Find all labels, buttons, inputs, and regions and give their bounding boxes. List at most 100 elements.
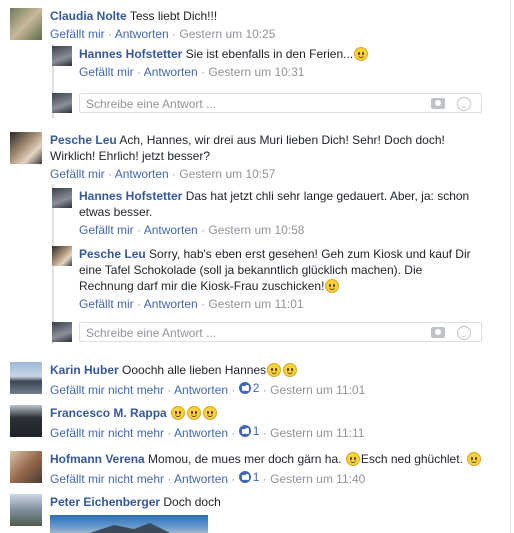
avatar[interactable] <box>52 188 72 208</box>
reply-link[interactable]: Antworten <box>115 27 169 41</box>
separator: · <box>231 426 236 440</box>
comment-text: Doch doch <box>163 495 221 509</box>
avatar[interactable] <box>10 405 42 437</box>
like-count-badge[interactable]: 1 <box>238 423 260 439</box>
comment-text: Tess liebt Dich!!! <box>129 9 218 23</box>
avatar <box>52 93 72 113</box>
separator: · <box>167 426 172 440</box>
like-count: 1 <box>252 424 260 438</box>
separator: · <box>108 167 113 181</box>
separator: · <box>262 383 267 397</box>
comment-timestamp[interactable]: Gestern um 10:57 <box>179 167 275 181</box>
comment-text-continued: Esch ned ghüchlet. <box>360 452 463 466</box>
unlike-link[interactable]: Gefällt mir nicht mehr <box>50 383 164 397</box>
comment-timestamp[interactable]: Gestern um 11:11 <box>270 426 364 440</box>
avatar[interactable] <box>10 362 42 394</box>
comment-author[interactable]: Peter Eichenberger <box>50 495 160 509</box>
camera-icon[interactable] <box>431 98 445 109</box>
avatar[interactable] <box>52 46 72 66</box>
comment-timestamp[interactable]: Gestern um 11:40 <box>270 472 365 486</box>
reply-input[interactable]: Schreibe eine Antwort ... <box>79 322 482 342</box>
laughing-emoji-icon <box>267 363 282 377</box>
avatar[interactable] <box>10 132 42 164</box>
separator: · <box>201 223 206 237</box>
smile-emoji-icon <box>171 406 186 420</box>
comment-author[interactable]: Pesche Leu <box>79 247 146 261</box>
comment-author[interactable]: Hannes Hofstetter <box>79 47 182 61</box>
separator: · <box>262 472 267 486</box>
comment: Francesco M. Rappa Gefällt mir nicht meh… <box>10 405 505 441</box>
separator: · <box>201 65 206 79</box>
reply-link[interactable]: Antworten <box>174 426 228 440</box>
reply-link[interactable]: Antworten <box>174 383 228 397</box>
comment-photo-attachment[interactable] <box>50 515 208 533</box>
comment-timestamp[interactable]: Gestern um 11:01 <box>208 297 303 311</box>
comment-timestamp[interactable]: Gestern um 10:25 <box>179 27 275 41</box>
avatar[interactable] <box>10 451 42 483</box>
reply-composer: Schreibe eine Antwort ... <box>52 322 482 342</box>
unlike-link[interactable]: Gefällt mir nicht mehr <box>50 472 164 486</box>
thumbs-up-icon <box>238 382 251 394</box>
like-count: 1 <box>252 470 260 484</box>
reply-link[interactable]: Antworten <box>144 65 198 79</box>
comment-text: Ooochh alle lieben Hannes <box>122 363 267 377</box>
comment: Karin Huber Ooochh alle lieben Hannes Ge… <box>10 362 505 398</box>
thumbs-up-icon <box>238 471 251 483</box>
emoji-icon[interactable] <box>457 326 471 340</box>
comment-author[interactable]: Pesche Leu <box>50 133 117 147</box>
comment-timestamp[interactable]: Gestern um 10:58 <box>208 223 304 237</box>
reply-link[interactable]: Antworten <box>144 297 198 311</box>
camera-icon[interactable] <box>431 327 445 338</box>
separator: · <box>167 383 172 397</box>
like-count-badge[interactable]: 1 <box>238 469 260 485</box>
smile-emoji-icon <box>325 279 340 293</box>
reply-composer: Schreibe eine Antwort ... <box>52 93 482 113</box>
separator: · <box>231 472 236 486</box>
comment-author[interactable]: Karin Huber <box>50 363 119 377</box>
unlike-link[interactable]: Gefällt mir nicht mehr <box>50 426 164 440</box>
separator: · <box>137 297 142 311</box>
wink-emoji-icon <box>283 363 298 377</box>
comment-author[interactable]: Hofmann Verena <box>50 452 145 466</box>
separator: · <box>108 27 113 41</box>
like-count-badge[interactable]: 2 <box>238 380 260 396</box>
comment-author[interactable]: Claudia Nolte <box>50 9 127 23</box>
like-count: 2 <box>252 381 260 395</box>
reply-link[interactable]: Antworten <box>115 167 169 181</box>
reply-placeholder: Schreibe eine Antwort ... <box>86 326 217 340</box>
like-link[interactable]: Gefällt mir <box>79 297 134 311</box>
separator: · <box>137 65 142 79</box>
like-link[interactable]: Gefällt mir <box>50 167 105 181</box>
reply-placeholder: Schreibe eine Antwort ... <box>86 97 217 111</box>
reply-link[interactable]: Antworten <box>144 223 198 237</box>
reply-comment: Hannes Hofstetter Das hat jetzt chli seh… <box>52 188 505 240</box>
comment-timestamp[interactable]: Gestern um 10:31 <box>208 65 304 79</box>
reply-comment: Hannes Hofstetter Sie ist ebenfalls in d… <box>52 46 505 82</box>
comment-author[interactable]: Hannes Hofstetter <box>79 189 182 203</box>
emoji-icon[interactable] <box>457 97 471 111</box>
comment-author[interactable]: Francesco M. Rappa <box>50 406 167 420</box>
reply-link[interactable]: Antworten <box>174 472 228 486</box>
thumbs-up-icon <box>238 425 251 437</box>
laughing-emoji-icon <box>467 452 482 466</box>
like-link[interactable]: Gefällt mir <box>79 223 134 237</box>
separator: · <box>201 297 206 311</box>
right-border <box>510 0 511 533</box>
comment: Hofmann Verena Momou, de mues mer doch g… <box>10 451 505 487</box>
kiss-emoji-icon <box>345 452 360 466</box>
avatar[interactable] <box>52 246 72 266</box>
separator: · <box>172 167 177 181</box>
reply-comment: Pesche Leu Sorry, hab's eben erst gesehe… <box>52 246 505 314</box>
like-link[interactable]: Gefällt mir <box>50 27 105 41</box>
reply-input[interactable]: Schreibe eine Antwort ... <box>79 93 482 113</box>
avatar <box>52 322 72 342</box>
flushed-emoji-icon <box>354 47 369 61</box>
like-link[interactable]: Gefällt mir <box>79 65 134 79</box>
comment-timestamp[interactable]: Gestern um 11:01 <box>270 383 365 397</box>
smile-emoji-icon <box>203 406 218 420</box>
avatar[interactable] <box>10 8 42 40</box>
separator: · <box>172 27 177 41</box>
comment: Pesche Leu Ach, Hannes, wir drei aus Mur… <box>10 132 505 182</box>
comment: Claudia Nolte Tess liebt Dich!!! Gefällt… <box>10 8 505 42</box>
avatar[interactable] <box>10 494 42 526</box>
